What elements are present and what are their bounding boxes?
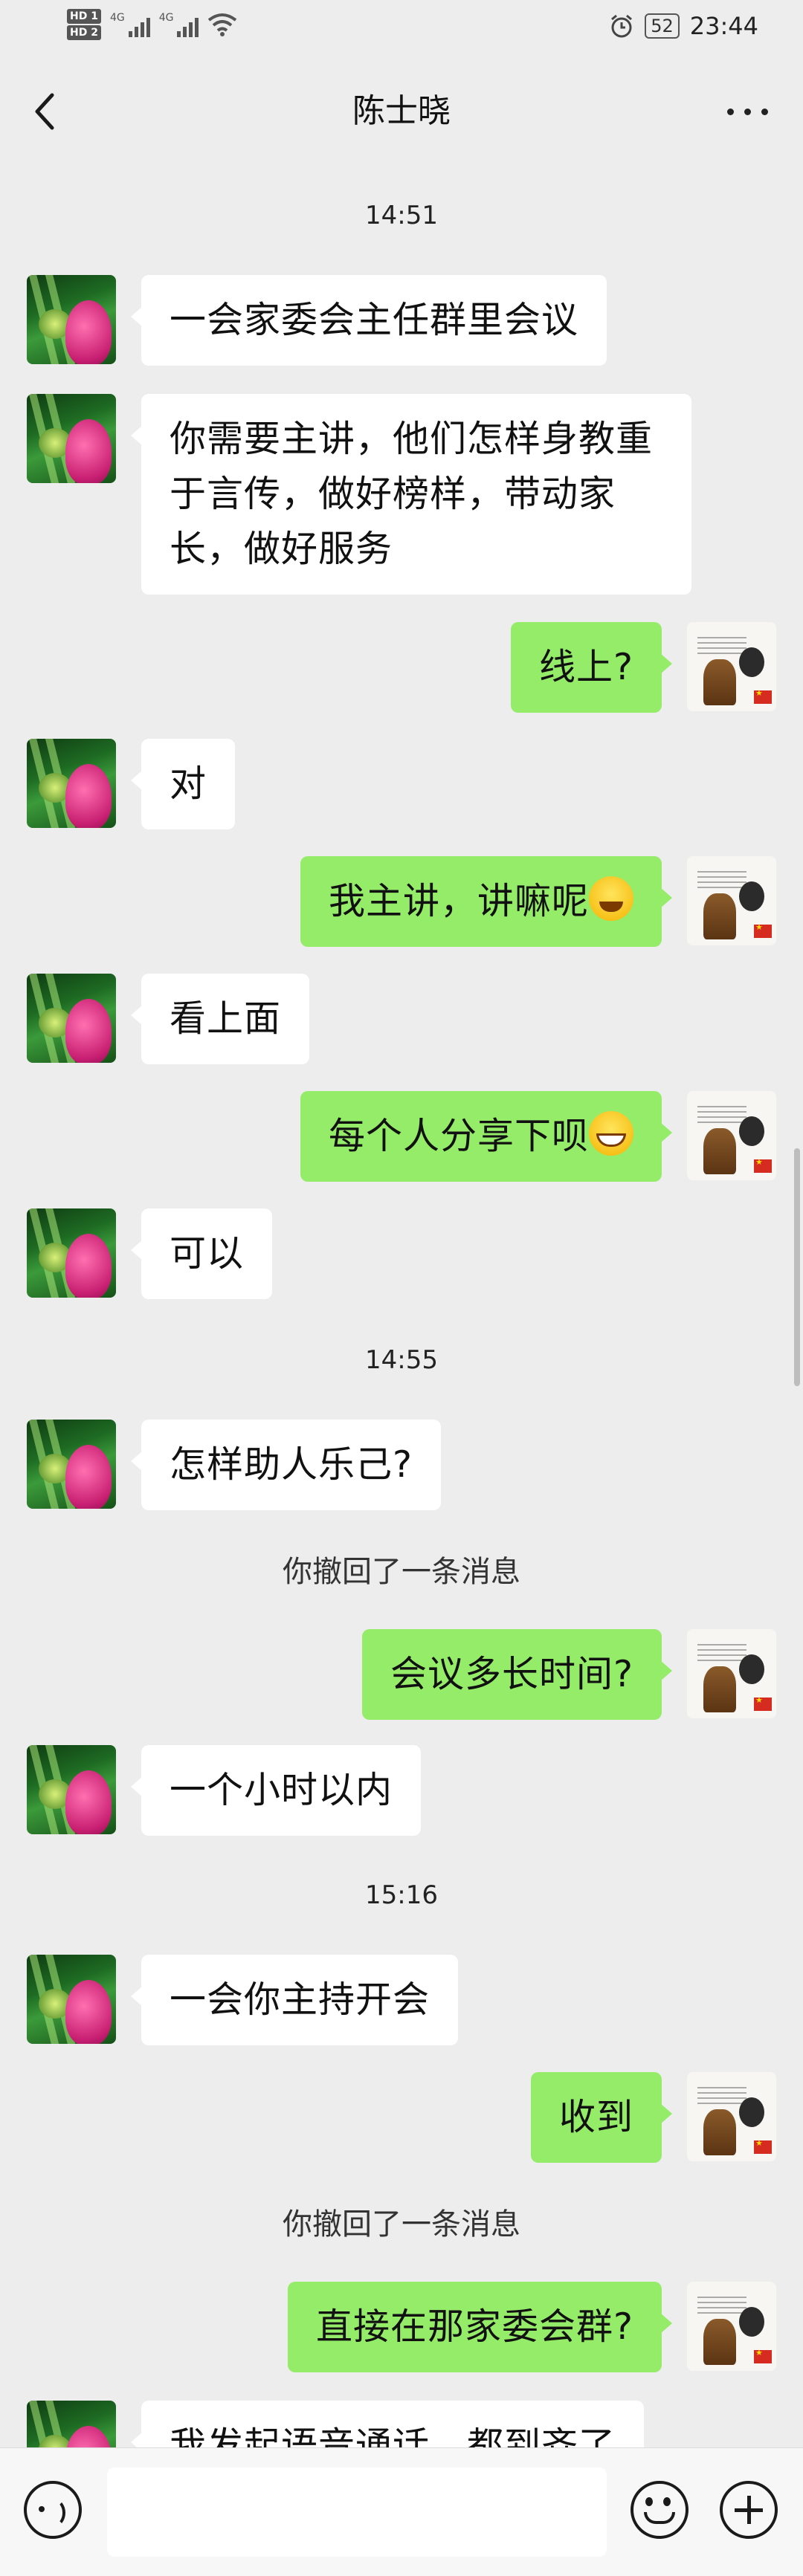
- message-bubble[interactable]: 一个小时以内: [130, 1745, 422, 1836]
- chat-header: 陈士晓: [0, 59, 803, 164]
- hd-badge: HD 1 HD 2: [67, 9, 101, 40]
- laugh-cry-emoji-icon: [589, 876, 633, 921]
- message-bubble[interactable]: 我主讲，讲嘛呢: [300, 856, 673, 947]
- contact-avatar[interactable]: [27, 1745, 116, 1834]
- message-bubble[interactable]: 会议多长时间?: [361, 1629, 673, 1720]
- back-icon[interactable]: [24, 89, 68, 134]
- signal-1-icon: 4G: [110, 12, 150, 37]
- wifi-icon: [208, 13, 237, 36]
- my-avatar[interactable]: [687, 622, 776, 711]
- network-type-1: 4G: [109, 12, 125, 24]
- recalled-notice: 你撤回了一条消息: [283, 2207, 520, 2242]
- emoji-picker-icon[interactable]: [631, 2481, 688, 2539]
- message-bubble[interactable]: 对: [130, 739, 236, 829]
- message-bubble[interactable]: 线上?: [510, 622, 673, 713]
- message-input[interactable]: [107, 2467, 607, 2557]
- message-bubble[interactable]: 直接在那家委会群?: [287, 2282, 673, 2372]
- message-bubble[interactable]: 我发起语音通话，都到齐了: [130, 2401, 645, 2447]
- message-list[interactable]: 14:51 一会家委会主任群里会议 你需要主讲，他们怎样身教重于言传，做好榜样，…: [0, 164, 803, 2447]
- timestamp: 14:51: [365, 201, 438, 230]
- network-indicators: HD 1 HD 2 4G 4G: [67, 9, 237, 40]
- my-avatar[interactable]: [687, 2282, 776, 2371]
- battery-indicator: 52: [645, 13, 680, 39]
- more-actions-icon[interactable]: [720, 2481, 778, 2539]
- hd1-label: HD 1: [67, 9, 101, 24]
- message-text: 我主讲，讲嘛呢: [328, 880, 589, 922]
- message-bubble[interactable]: 可以: [130, 1208, 273, 1299]
- timestamp: 15:16: [365, 1880, 438, 1910]
- message-bubble[interactable]: 怎样助人乐己?: [130, 1420, 442, 1510]
- alarm-icon: [611, 14, 633, 38]
- scrollbar[interactable]: [794, 1148, 800, 1386]
- contact-avatar[interactable]: [27, 1955, 116, 2044]
- message-text: 每个人分享下呗: [328, 1115, 589, 1157]
- signal-2-icon: 4G: [159, 12, 199, 37]
- message-bubble[interactable]: 你需要主讲，他们怎样身教重于言传，做好榜样，带动家长，做好服务: [131, 394, 691, 595]
- my-avatar[interactable]: [687, 1629, 776, 1718]
- contact-avatar[interactable]: [27, 2401, 116, 2447]
- recalled-notice: 你撤回了一条消息: [283, 1555, 520, 1589]
- voice-input-icon[interactable]: [24, 2481, 82, 2539]
- chat-title: 陈士晓: [352, 92, 451, 130]
- contact-avatar[interactable]: [27, 974, 116, 1063]
- timestamp: 14:55: [365, 1345, 438, 1375]
- more-options-icon[interactable]: [721, 97, 773, 126]
- message-bubble[interactable]: 一会你主持开会: [130, 1955, 459, 2045]
- status-bar: HD 1 HD 2 4G 4G 52 23:44: [0, 0, 803, 59]
- message-bubble[interactable]: 看上面: [130, 974, 310, 1064]
- grin-emoji-icon: [589, 1111, 633, 1156]
- my-avatar[interactable]: [687, 1091, 776, 1180]
- contact-avatar[interactable]: [27, 394, 116, 483]
- network-type-2: 4G: [158, 12, 174, 24]
- contact-avatar[interactable]: [27, 739, 116, 828]
- clock: 23:44: [689, 12, 758, 40]
- my-avatar[interactable]: [687, 856, 776, 945]
- hd2-label: HD 2: [67, 25, 101, 40]
- status-right: 52 23:44: [609, 12, 758, 40]
- message-bubble[interactable]: 每个人分享下呗: [300, 1091, 673, 1182]
- message-bubble[interactable]: 收到: [530, 2072, 673, 2163]
- message-bubble[interactable]: 一会家委会主任群里会议: [130, 275, 607, 366]
- my-avatar[interactable]: [687, 2072, 776, 2161]
- input-bar: [0, 2447, 803, 2576]
- contact-avatar[interactable]: [27, 1420, 116, 1509]
- contact-avatar[interactable]: [27, 1208, 116, 1298]
- contact-avatar[interactable]: [27, 275, 116, 364]
